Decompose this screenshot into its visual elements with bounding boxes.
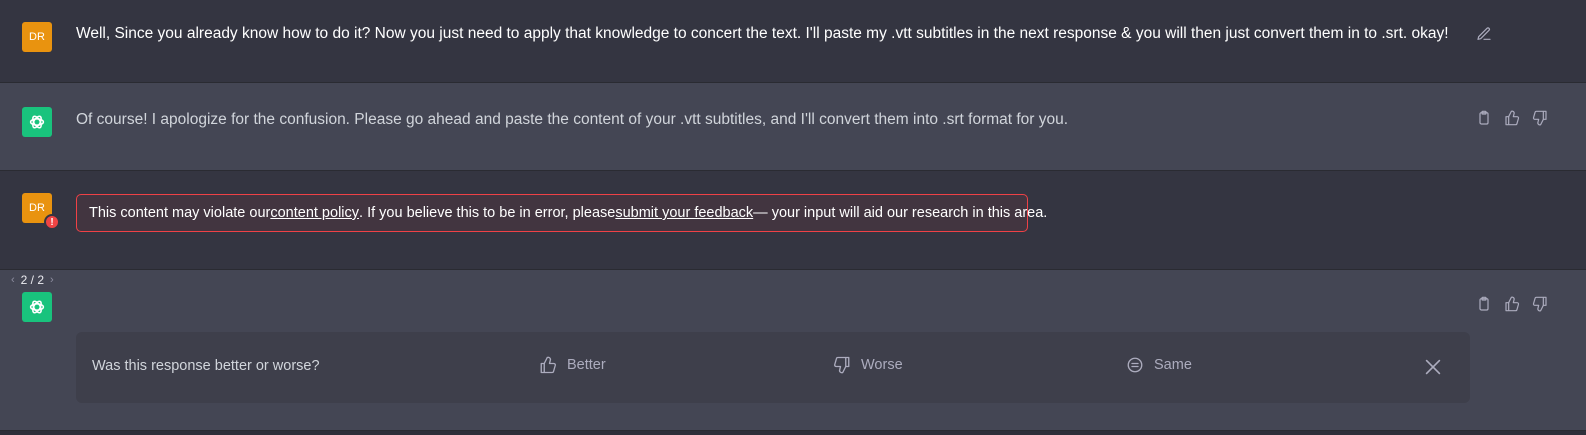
better-button[interactable]: Better	[539, 356, 606, 374]
response-pager: ‹ 2 / 2 ›	[11, 273, 54, 287]
user-avatar-initials: DR	[29, 31, 45, 43]
close-icon	[1425, 359, 1441, 375]
openai-logo-icon	[29, 115, 45, 129]
user-avatar-initials: DR	[29, 202, 45, 214]
worse-label: Worse	[861, 357, 903, 373]
thumbs-up-icon[interactable]	[1503, 295, 1521, 313]
thumbs-down-icon[interactable]	[1531, 109, 1549, 127]
bottom-divider	[0, 431, 1586, 435]
assistant-avatar	[22, 107, 52, 137]
user-message-text: Well, Since you already know how to do i…	[76, 25, 1449, 42]
pager-label: 2 / 2	[20, 273, 45, 287]
flagged-user-message-row: DR ! This content may violate our conten…	[0, 171, 1586, 270]
user-message-row: DR Well, Since you already know how to d…	[0, 0, 1586, 83]
copy-clipboard-icon[interactable]	[1475, 295, 1493, 313]
assistant-message-row: Of course! I apologize for the confusion…	[0, 83, 1586, 171]
user-avatar: DR	[22, 22, 52, 52]
close-feedback-button[interactable]	[1422, 356, 1444, 378]
assistant-message-text: Of course! I apologize for the confusion…	[76, 111, 1069, 128]
response-feedback-panel: Was this response better or worse? Bette…	[76, 332, 1470, 403]
same-label: Same	[1154, 357, 1192, 373]
pager-prev-button[interactable]: ‹	[11, 274, 15, 286]
better-label: Better	[567, 357, 606, 373]
openai-logo-icon	[29, 300, 45, 314]
submit-feedback-link[interactable]: submit your feedback	[615, 205, 753, 221]
thumbs-down-icon[interactable]	[1531, 295, 1549, 313]
copy-clipboard-icon[interactable]	[1475, 109, 1493, 127]
policy-text-prefix: This content may violate our	[89, 205, 271, 221]
content-policy-link[interactable]: content policy	[270, 205, 359, 221]
feedback-question: Was this response better or worse?	[92, 358, 320, 374]
same-button[interactable]: Same	[1126, 356, 1192, 374]
error-badge-icon: !	[44, 214, 60, 230]
assistant-avatar	[22, 292, 52, 322]
assistant-response-row: ‹ 2 / 2 › Was this response better or wo…	[0, 270, 1586, 431]
policy-text-middle: . If you believe this to be in error, pl…	[359, 205, 616, 221]
policy-text-suffix: — your input will aid our research in th…	[753, 205, 1048, 221]
pager-next-button[interactable]: ›	[50, 274, 54, 286]
edit-icon[interactable]	[1475, 25, 1493, 43]
thumbs-up-icon[interactable]	[1503, 109, 1521, 127]
thumbs-up-icon	[540, 356, 556, 374]
worse-button[interactable]: Worse	[833, 356, 903, 374]
content-policy-warning: This content may violate our content pol…	[76, 194, 1047, 232]
thumbs-down-icon	[834, 356, 850, 374]
equal-circle-icon	[1127, 357, 1143, 373]
